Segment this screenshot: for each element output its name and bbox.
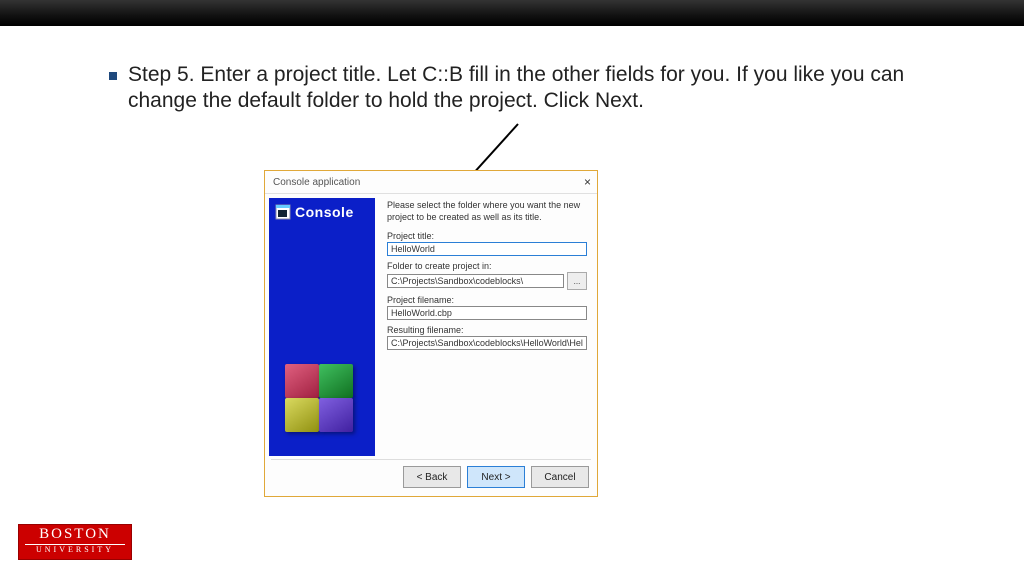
dialog-separator	[271, 459, 591, 460]
cancel-button[interactable]: Cancel	[531, 466, 589, 488]
project-title-label: Project title:	[387, 231, 587, 241]
logo-line2: UNIVERSITY	[25, 544, 125, 554]
form-hint: Please select the folder where you want …	[387, 200, 587, 223]
step-description: Step 5. Enter a project title. Let C::B …	[128, 62, 908, 115]
side-console-label: Console	[275, 204, 354, 220]
project-title-input[interactable]	[387, 242, 587, 256]
dialog-button-row: < Back Next > Cancel	[403, 466, 589, 488]
close-icon[interactable]: ×	[584, 175, 591, 189]
folder-label: Folder to create project in:	[387, 261, 587, 271]
resulting-filename-label: Resulting filename:	[387, 325, 587, 335]
resulting-filename-input[interactable]	[387, 336, 587, 350]
dialog-side-panel: Console	[269, 198, 375, 456]
dialog-titlebar: Console application ×	[265, 171, 597, 194]
project-filename-input[interactable]	[387, 306, 587, 320]
codeblocks-logo-icon	[285, 364, 355, 434]
console-application-dialog: Console application × Console Please sel…	[264, 170, 598, 497]
dialog-form: Please select the folder where you want …	[375, 194, 597, 456]
back-button[interactable]: < Back	[403, 466, 461, 488]
logo-line1: BOSTON	[19, 527, 131, 542]
boston-university-logo: BOSTON UNIVERSITY	[18, 524, 132, 560]
bullet-icon	[109, 68, 121, 80]
slide-body: Step 5. Enter a project title. Let C::B …	[0, 26, 1024, 576]
browse-button[interactable]: ...	[567, 272, 587, 290]
project-filename-label: Project filename:	[387, 295, 587, 305]
dialog-title: Console application	[273, 177, 360, 188]
folder-input[interactable]	[387, 274, 564, 288]
console-window-icon	[275, 204, 291, 220]
next-button[interactable]: Next >	[467, 466, 525, 488]
presentation-top-bar	[0, 0, 1024, 26]
